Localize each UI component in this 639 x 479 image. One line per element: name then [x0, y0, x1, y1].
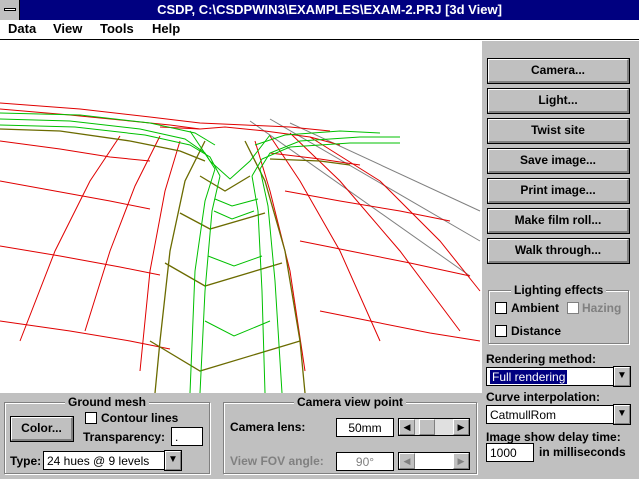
scroll-thumb[interactable] — [419, 419, 435, 435]
view-fov-angle-value: 90° — [336, 452, 394, 471]
curve-interpolation-dropdown-button[interactable]: ▼ — [614, 405, 630, 424]
scroll-left-icon[interactable]: ◀ — [399, 453, 415, 469]
camera-lens-label: Camera lens: — [230, 420, 306, 434]
camera-button[interactable]: Camera... — [488, 59, 629, 83]
mesh-type-dropdown-button[interactable]: ▼ — [165, 451, 181, 470]
curve-interpolation-value: CatmullRom — [490, 408, 557, 422]
window-title: CSDP, C:\CSDPWIN3\EXAMPLES\EXAM-2.PRJ [3… — [157, 2, 502, 17]
rendering-method-select[interactable]: Full rendering — [486, 367, 614, 386]
ground-mesh-group: Ground mesh Color... Contour lines Trans… — [4, 395, 210, 474]
scroll-left-icon[interactable]: ◀ — [399, 419, 415, 435]
mesh-type-select[interactable]: 24 hues @ 9 levels — [43, 451, 165, 470]
dropdown-arrow-icon: ▼ — [168, 454, 178, 465]
rendering-method-dropdown-button[interactable]: ▼ — [614, 367, 630, 386]
rendering-method-value: Full rendering — [490, 370, 568, 384]
scroll-right-icon[interactable]: ▶ — [453, 453, 469, 469]
transparency-input[interactable]: . — [171, 427, 203, 446]
menu-bar: Data View Tools Help — [0, 20, 639, 40]
menu-help[interactable]: Help — [152, 21, 180, 36]
dropdown-arrow-icon: ▼ — [617, 370, 627, 381]
contour-lines-checkbox[interactable] — [85, 412, 97, 424]
system-menu-icon — [4, 8, 16, 11]
ambient-checkbox[interactable] — [495, 302, 507, 314]
image-delay-input[interactable]: 1000 — [486, 443, 534, 462]
ambient-label: Ambient — [511, 301, 559, 315]
walk-through-button[interactable]: Walk through... — [488, 239, 629, 263]
twist-site-button[interactable]: Twist site — [488, 119, 629, 143]
print-image-button[interactable]: Print image... — [488, 179, 629, 203]
ground-mesh-title: Ground mesh — [65, 395, 150, 409]
make-film-roll-button[interactable]: Make film roll... — [488, 209, 629, 233]
3d-viewport[interactable] — [0, 41, 482, 393]
lighting-effects-title: Lighting effects — [511, 283, 607, 297]
view-fov-angle-label: View FOV angle: — [230, 454, 324, 468]
title-bar: CSDP, C:\CSDPWIN3\EXAMPLES\EXAM-2.PRJ [3… — [0, 0, 639, 20]
rendering-method-label: Rendering method: — [486, 352, 596, 366]
system-menu-button[interactable] — [0, 0, 20, 20]
transparency-label: Transparency: — [83, 430, 166, 444]
hazing-checkbox[interactable] — [567, 302, 579, 314]
camera-view-point-title: Camera view point — [294, 395, 407, 409]
menu-data[interactable]: Data — [8, 21, 36, 36]
mesh-type-label: Type: — [10, 454, 42, 468]
scroll-right-icon[interactable]: ▶ — [453, 419, 469, 435]
mesh-color-button[interactable]: Color... — [11, 417, 73, 441]
distance-label: Distance — [511, 324, 562, 338]
image-delay-label: Image show delay time: — [486, 430, 621, 444]
camera-lens-scrollbar[interactable]: ◀ ▶ — [398, 418, 470, 436]
light-button[interactable]: Light... — [488, 89, 629, 113]
view-fov-angle-scrollbar[interactable]: ◀ ▶ — [398, 452, 470, 470]
camera-lens-value: 50mm — [336, 418, 394, 437]
3d-road-render — [0, 102, 481, 393]
lighting-effects-group: Lighting effects Ambient Hazing Distance — [488, 283, 629, 344]
curve-interpolation-label: Curve interpolation: — [486, 390, 601, 404]
camera-view-point-group: Camera view point Camera lens: 50mm ◀ ▶ … — [223, 395, 477, 474]
image-delay-unit: in milliseconds — [539, 445, 626, 459]
menu-tools[interactable]: Tools — [100, 21, 134, 36]
distance-checkbox[interactable] — [495, 325, 507, 337]
menu-view[interactable]: View — [53, 21, 82, 36]
curve-interpolation-select[interactable]: CatmullRom — [486, 405, 614, 424]
dropdown-arrow-icon: ▼ — [617, 408, 627, 419]
contour-lines-label: Contour lines — [101, 411, 179, 425]
hazing-label: Hazing — [582, 301, 622, 315]
save-image-button[interactable]: Save image... — [488, 149, 629, 173]
